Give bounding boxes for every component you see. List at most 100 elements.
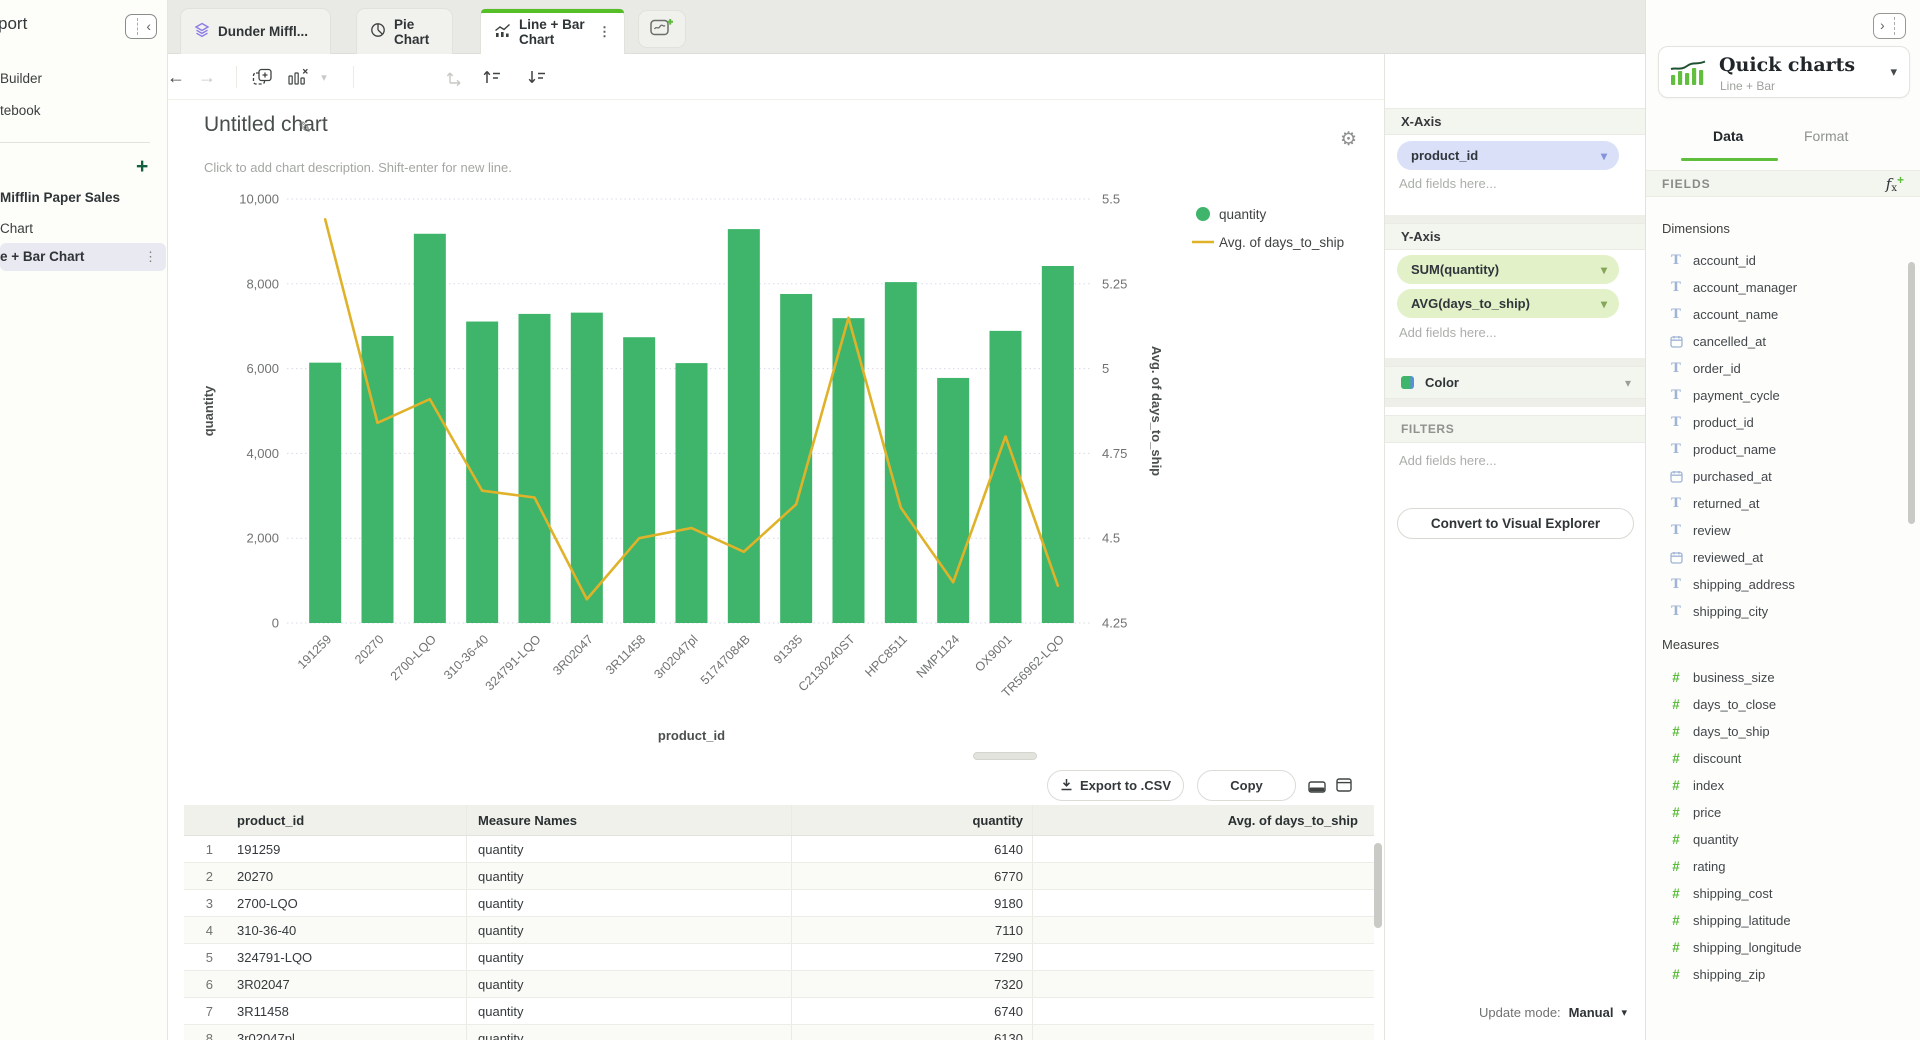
new-chart-tab-button[interactable] bbox=[638, 10, 686, 48]
line-bar-chart[interactable]: 02,0004,0006,0008,00010,0004.254.54.7555… bbox=[184, 150, 1384, 762]
tab-menu-icon[interactable]: ⋮ bbox=[598, 24, 611, 40]
filters-add-fields[interactable]: Add fields here... bbox=[1399, 453, 1497, 468]
bar-51747084B[interactable] bbox=[728, 229, 760, 623]
remove-chart-icon[interactable] bbox=[284, 63, 312, 91]
add-formula-field-icon[interactable]: fx+ bbox=[1886, 173, 1904, 194]
bar-NMP1124[interactable] bbox=[937, 378, 969, 623]
tab-format[interactable]: Format bbox=[1804, 128, 1848, 144]
y-axis-field-pill-2[interactable]: AVG(days_to_ship) ▾ bbox=[1397, 289, 1619, 318]
dimension-item-account_manager[interactable]: Taccount_manager bbox=[1646, 274, 1920, 301]
item-menu-icon[interactable]: ⋮ bbox=[144, 243, 157, 271]
table-header-cell[interactable]: Avg. of days_to_ship bbox=[1033, 805, 1369, 835]
table-header-cell[interactable]: product_id bbox=[230, 805, 467, 835]
chevron-down-icon[interactable]: ▾ bbox=[1601, 149, 1607, 163]
chart-type-card[interactable]: Quick charts Line + Bar ▾ bbox=[1658, 46, 1910, 98]
update-mode-select[interactable]: Manual bbox=[1569, 1005, 1614, 1020]
pie-chart-icon bbox=[370, 22, 386, 41]
dimension-item-account_id[interactable]: Taccount_id bbox=[1646, 247, 1920, 274]
tab-data[interactable]: Data bbox=[1713, 128, 1743, 144]
duplicate-chart-icon[interactable] bbox=[249, 63, 277, 91]
dimension-item-review[interactable]: Treview bbox=[1646, 517, 1920, 544]
table-header-cell[interactable] bbox=[184, 805, 230, 835]
collapse-sidebar-button[interactable]: ‹ bbox=[125, 14, 157, 39]
measure-item-price[interactable]: #price bbox=[1646, 799, 1920, 826]
measure-item-quantity[interactable]: #quantity bbox=[1646, 826, 1920, 853]
edit-title-icon[interactable]: ✎ bbox=[298, 118, 311, 138]
forward-arrow-button[interactable]: → bbox=[193, 63, 221, 91]
dimension-item-account_name[interactable]: Taccount_name bbox=[1646, 301, 1920, 328]
resize-drag-handle[interactable] bbox=[973, 752, 1037, 760]
y-left-tick-label: 6,000 bbox=[246, 361, 279, 376]
add-chart-button[interactable]: + bbox=[136, 155, 148, 179]
field-label: returned_at bbox=[1693, 496, 1760, 511]
chevron-down-icon[interactable]: ▾ bbox=[1601, 263, 1607, 277]
measure-item-rating[interactable]: #rating bbox=[1646, 853, 1920, 880]
bar-91335[interactable] bbox=[780, 294, 812, 623]
measure-item-shipping_zip[interactable]: #shipping_zip bbox=[1646, 961, 1920, 988]
y-axis-field-pill-1[interactable]: SUM(quantity) ▾ bbox=[1397, 255, 1619, 284]
table-row: 5324791-LQOquantity7290 bbox=[184, 944, 1374, 971]
copy-button[interactable]: Copy bbox=[1197, 770, 1296, 801]
bar-191259[interactable] bbox=[309, 363, 341, 623]
tab-dunder-mifflin[interactable]: Dunder Miffl... bbox=[180, 8, 331, 54]
measure-item-discount[interactable]: #discount bbox=[1646, 745, 1920, 772]
x-axis-add-fields[interactable]: Add fields here... bbox=[1399, 176, 1497, 191]
bar-3r02047pl[interactable] bbox=[676, 363, 708, 623]
x-tick-label: 310-36-40 bbox=[441, 632, 491, 682]
measure-item-business_size[interactable]: #business_size bbox=[1646, 664, 1920, 691]
collapse-table-icon[interactable] bbox=[1308, 780, 1326, 798]
measure-item-days_to_close[interactable]: #days_to_close bbox=[1646, 691, 1920, 718]
convert-to-visual-explorer-button[interactable]: Convert to Visual Explorer bbox=[1397, 508, 1634, 539]
dimension-item-payment_cycle[interactable]: Tpayment_cycle bbox=[1646, 382, 1920, 409]
measure-item-shipping_longitude[interactable]: #shipping_longitude bbox=[1646, 934, 1920, 961]
measure-item-shipping_cost[interactable]: #shipping_cost bbox=[1646, 880, 1920, 907]
bar-324791-LQO[interactable] bbox=[519, 314, 551, 623]
active-tab-underline bbox=[1681, 158, 1778, 161]
bar-OX9001[interactable] bbox=[990, 331, 1022, 623]
tab-pie-chart[interactable]: Pie Chart bbox=[356, 8, 453, 54]
chevron-down-icon[interactable]: ▾ bbox=[1890, 64, 1897, 80]
bar-C2130240ST[interactable] bbox=[833, 318, 865, 623]
tab-line-bar-chart[interactable]: Line + Bar Chart ⋮ bbox=[480, 8, 625, 54]
table-scrollbar[interactable] bbox=[1374, 843, 1382, 928]
dimension-item-purchased_at[interactable]: purchased_at bbox=[1646, 463, 1920, 490]
swap-axes-icon[interactable] bbox=[441, 63, 469, 91]
expand-panel-button[interactable]: › bbox=[1873, 13, 1906, 39]
x-axis-field-pill[interactable]: product_id ▾ bbox=[1397, 141, 1619, 170]
bar-TR56962-LQO[interactable] bbox=[1042, 266, 1074, 623]
table-header-cell[interactable]: Measure Names bbox=[467, 805, 792, 835]
sidebar-item-notebook[interactable]: tebook bbox=[0, 102, 41, 119]
expand-table-icon[interactable] bbox=[1336, 778, 1352, 797]
dimension-item-product_id[interactable]: Tproduct_id bbox=[1646, 409, 1920, 436]
table-header-cell[interactable]: quantity bbox=[792, 805, 1033, 835]
number-type-icon: # bbox=[1669, 751, 1683, 766]
dimension-item-shipping_city[interactable]: Tshipping_city bbox=[1646, 598, 1920, 625]
dimension-item-reviewed_at[interactable]: reviewed_at bbox=[1646, 544, 1920, 571]
sort-descending-icon[interactable] bbox=[523, 63, 551, 91]
color-setting-row[interactable]: Color ▾ bbox=[1385, 366, 1645, 399]
sidebar-item-pie-chart[interactable]: Chart bbox=[0, 220, 33, 237]
y-axis-add-fields[interactable]: Add fields here... bbox=[1399, 325, 1497, 340]
measure-item-days_to_ship[interactable]: #days_to_ship bbox=[1646, 718, 1920, 745]
export-csv-button[interactable]: Export to .CSV bbox=[1047, 770, 1184, 801]
bar-3R11458[interactable] bbox=[623, 337, 655, 623]
chart-settings-gear-icon[interactable]: ⚙ bbox=[1340, 128, 1357, 151]
chevron-down-icon[interactable]: ▾ bbox=[1621, 1006, 1627, 1019]
dimension-item-cancelled_at[interactable]: cancelled_at bbox=[1646, 328, 1920, 355]
chevron-down-icon[interactable]: ▾ bbox=[1601, 297, 1607, 311]
dimension-item-order_id[interactable]: Torder_id bbox=[1646, 355, 1920, 382]
dimension-item-product_name[interactable]: Tproduct_name bbox=[1646, 436, 1920, 463]
measure-item-index[interactable]: #index bbox=[1646, 772, 1920, 799]
sidebar-item-builder[interactable]: Builder bbox=[0, 70, 42, 87]
chevron-down-icon[interactable]: ▾ bbox=[1625, 376, 1631, 390]
dimension-item-returned_at[interactable]: Treturned_at bbox=[1646, 490, 1920, 517]
sidebar-item-line-bar-chart[interactable]: e + Bar Chart ⋮ bbox=[0, 243, 166, 271]
bar-HPC8511[interactable] bbox=[885, 282, 917, 623]
measure-item-shipping_latitude[interactable]: #shipping_latitude bbox=[1646, 907, 1920, 934]
sort-ascending-icon[interactable] bbox=[478, 63, 506, 91]
chart-type-caret-icon[interactable]: ▾ bbox=[310, 63, 338, 91]
bar-2700-LQO[interactable] bbox=[414, 234, 446, 623]
sidebar-project-name[interactable]: Mifflin Paper Sales bbox=[0, 190, 120, 205]
dimension-item-shipping_address[interactable]: Tshipping_address bbox=[1646, 571, 1920, 598]
fields-scrollbar[interactable] bbox=[1908, 262, 1915, 524]
